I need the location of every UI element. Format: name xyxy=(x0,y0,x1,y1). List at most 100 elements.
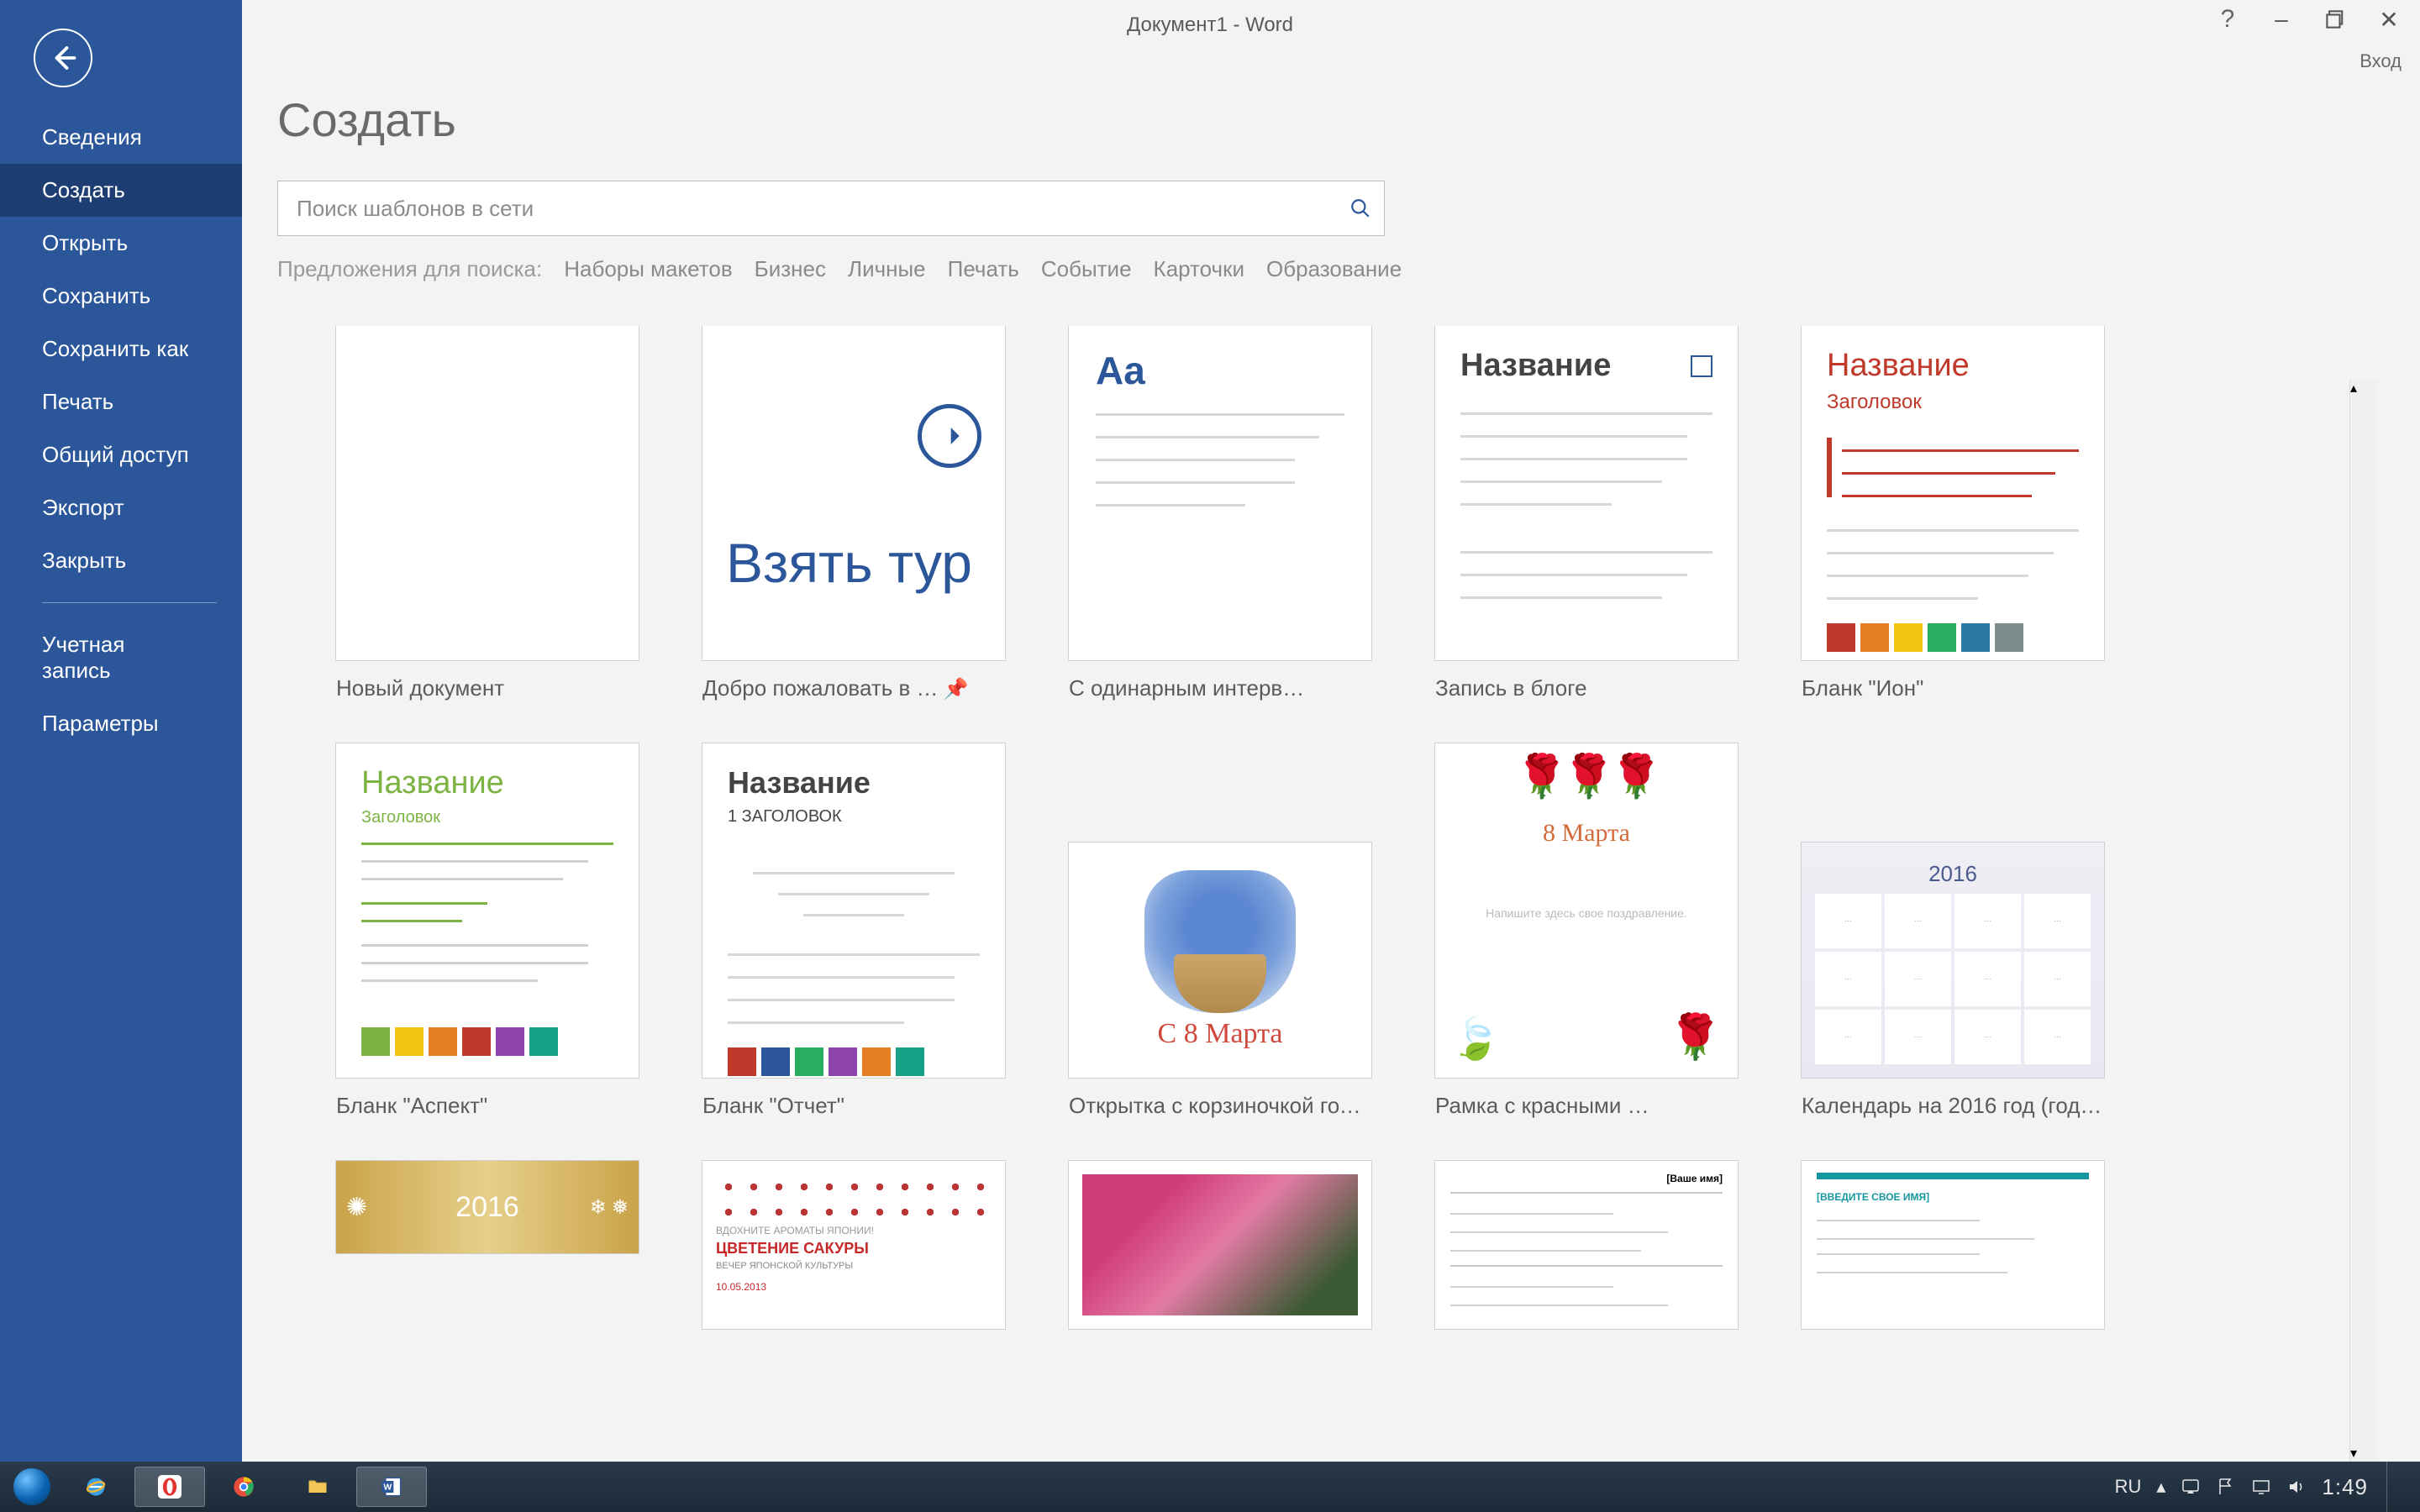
template-thumb: Взять тур xyxy=(702,326,1005,660)
start-button[interactable] xyxy=(7,1467,57,1507)
os-taskbar: W RU ▴ 1:49 xyxy=(0,1462,2420,1512)
template-thumb xyxy=(336,326,639,660)
sidebar-item-account[interactable]: Учетная запись xyxy=(0,618,242,697)
taskbar-ie[interactable] xyxy=(60,1467,131,1507)
chrome-icon xyxy=(232,1475,255,1499)
template-thumb xyxy=(1069,1161,1371,1329)
suggest-link[interactable]: Печать xyxy=(948,256,1019,282)
template-tile-calendar-2016[interactable]: 2016 ············ ············ ·········… xyxy=(1802,743,2104,1119)
page-title: Создать xyxy=(277,92,2386,147)
language-indicator[interactable]: RU xyxy=(2115,1476,2142,1498)
template-tile-8march-card[interactable]: С 8 Марта Открытка с корзиночкой гол… xyxy=(1069,743,1371,1119)
suggest-link[interactable]: Наборы макетов xyxy=(564,256,732,282)
backstage-sidebar: Сведения Создать Открыть Сохранить Сохра… xyxy=(0,0,242,1462)
taskbar-word[interactable]: W xyxy=(356,1467,427,1507)
taskbar-opera[interactable] xyxy=(134,1467,205,1507)
network-icon[interactable] xyxy=(2251,1477,2271,1497)
template-caption: Бланк "Аспект" xyxy=(336,1093,639,1119)
ie-icon xyxy=(84,1475,108,1499)
svg-text:W: W xyxy=(383,1483,392,1493)
word-icon: W xyxy=(380,1475,403,1499)
template-caption: Рамка с красными … xyxy=(1435,1093,1738,1119)
rose-icon: 🌹 xyxy=(1668,1011,1723,1063)
template-thumb: Название Заголовок xyxy=(1802,326,2104,660)
template-thumb: 2016 ············ ············ ·········… xyxy=(1802,843,2104,1078)
template-tile-sakura[interactable]: ВДОХНИТЕ АРОМАТЫ ЯПОНИИ! ЦВЕТЕНИЕ САКУРЫ… xyxy=(702,1161,1005,1329)
template-tile-roses-frame[interactable]: 🌹🌹🌹 8 Марта Напишите здесь свое поздравл… xyxy=(1435,743,1738,1119)
sign-in-link[interactable]: Вход xyxy=(2360,50,2402,72)
system-tray: RU ▴ 1:49 xyxy=(2115,1462,2413,1512)
volume-icon[interactable] xyxy=(2286,1477,2307,1497)
template-thumb: С 8 Марта xyxy=(1069,843,1371,1078)
template-tile-single-spacing[interactable]: Aa С одинарным интерв… xyxy=(1069,326,1371,701)
title-bar: Документ1 - Word ? – ✕ Вход xyxy=(0,0,2420,50)
sidebar-item-saveas[interactable]: Сохранить как xyxy=(0,323,242,375)
minimize-button[interactable]: – xyxy=(2269,7,2294,32)
template-tile-flower-photo[interactable] xyxy=(1069,1161,1371,1329)
template-thumb: Название xyxy=(1435,326,1738,660)
taskbar-chrome[interactable] xyxy=(208,1467,279,1507)
suggest-link[interactable]: Бизнес xyxy=(755,256,826,282)
sidebar-item-print[interactable]: Печать xyxy=(0,375,242,428)
sidebar-item-info[interactable]: Сведения xyxy=(0,111,242,164)
main-panel: Создать Предложения для поиска: Наборы м… xyxy=(242,0,2420,1462)
suggest-label: Предложения для поиска: xyxy=(277,256,542,282)
template-gallery-scroll: Новый документ Взять тур Добро пожаловат… xyxy=(277,326,2386,1462)
tray-chevron-up-icon[interactable]: ▴ xyxy=(2156,1476,2165,1498)
search-bar[interactable] xyxy=(277,181,1385,236)
suggestions-row: Предложения для поиска: Наборы макетов Б… xyxy=(277,256,2386,282)
sidebar-item-close[interactable]: Закрыть xyxy=(0,534,242,587)
template-caption: Новый документ xyxy=(336,675,639,701)
template-thumb: Название 1 ЗАГОЛОВОК xyxy=(702,743,1005,1078)
template-caption: Бланк "Ион" xyxy=(1802,675,2104,701)
flag-icon[interactable] xyxy=(2216,1477,2236,1497)
sidebar-item-share[interactable]: Общий доступ xyxy=(0,428,242,481)
template-thumb: Название Заголовок xyxy=(336,743,639,1078)
clock[interactable]: 1:49 xyxy=(2322,1474,2368,1500)
start-orb-icon xyxy=(13,1468,50,1505)
suggest-link[interactable]: Карточки xyxy=(1154,256,1244,282)
window-title: Документ1 - Word xyxy=(1127,13,1293,37)
restore-button[interactable] xyxy=(2323,7,2348,32)
flower-basket-icon xyxy=(1144,870,1296,1013)
search-icon[interactable] xyxy=(1349,197,1372,220)
scroll-down-arrow-icon[interactable]: ▾ xyxy=(2350,1445,2378,1462)
template-tile-blank[interactable]: Новый документ xyxy=(336,326,639,701)
pin-icon: 📌 xyxy=(944,678,969,701)
template-tile-report[interactable]: Название 1 ЗАГОЛОВОК Бланк "Отчет" xyxy=(702,743,1005,1119)
roses-icon: 🌹🌹🌹 xyxy=(1516,752,1658,801)
suggest-link[interactable]: Событие xyxy=(1041,256,1132,282)
template-caption: Календарь на 2016 год (годов… xyxy=(1802,1093,2104,1119)
template-thumb: [Ваше имя] xyxy=(1435,1161,1738,1329)
close-button[interactable]: ✕ xyxy=(2376,7,2402,32)
template-caption: Добро пожаловать в …📌 xyxy=(702,675,1005,701)
template-tile-blog[interactable]: Название Запись в блоге xyxy=(1435,326,1738,701)
sidebar-item-export[interactable]: Экспорт xyxy=(0,481,242,534)
template-tile-aspect[interactable]: Название Заголовок Бланк "Аспе xyxy=(336,743,639,1119)
template-caption: Открытка с корзиночкой гол… xyxy=(1069,1093,1371,1119)
sidebar-item-open[interactable]: Открыть xyxy=(0,217,242,270)
help-button[interactable]: ? xyxy=(2215,7,2240,32)
suggest-link[interactable]: Образование xyxy=(1266,256,1402,282)
template-tile-resume-1[interactable]: [Ваше имя] xyxy=(1435,1161,1738,1329)
template-thumb: ВДОХНИТЕ АРОМАТЫ ЯПОНИИ! ЦВЕТЕНИЕ САКУРЫ… xyxy=(702,1161,1005,1329)
template-tile-golden-2016[interactable]: 2016 xyxy=(336,1161,639,1329)
sidebar-item-create[interactable]: Создать xyxy=(0,164,242,217)
action-center-icon[interactable] xyxy=(2181,1477,2201,1497)
template-tile-ion[interactable]: Название Заголовок Бланк " xyxy=(1802,326,2104,701)
template-thumb: Aa xyxy=(1069,326,1371,660)
template-thumb: 🌹🌹🌹 8 Марта Напишите здесь свое поздравл… xyxy=(1435,743,1738,1078)
suggest-link[interactable]: Личные xyxy=(848,256,926,282)
template-tile-tour[interactable]: Взять тур Добро пожаловать в …📌 xyxy=(702,326,1005,701)
template-caption: Бланк "Отчет" xyxy=(702,1093,1005,1119)
leaf-icon: 🍃 xyxy=(1450,1015,1501,1063)
opera-icon xyxy=(158,1475,182,1499)
show-desktop-button[interactable] xyxy=(2386,1462,2398,1512)
sidebar-item-save[interactable]: Сохранить xyxy=(0,270,242,323)
vertical-scrollbar[interactable]: ▴ ▾ xyxy=(2349,380,2378,1462)
taskbar-file-explorer[interactable] xyxy=(282,1467,353,1507)
scroll-up-arrow-icon[interactable]: ▴ xyxy=(2350,380,2378,396)
template-tile-resume-2[interactable]: [ВВЕДИТЕ СВОЕ ИМЯ] xyxy=(1802,1161,2104,1329)
template-search-input[interactable] xyxy=(297,196,1349,222)
sidebar-item-options[interactable]: Параметры xyxy=(0,697,242,750)
